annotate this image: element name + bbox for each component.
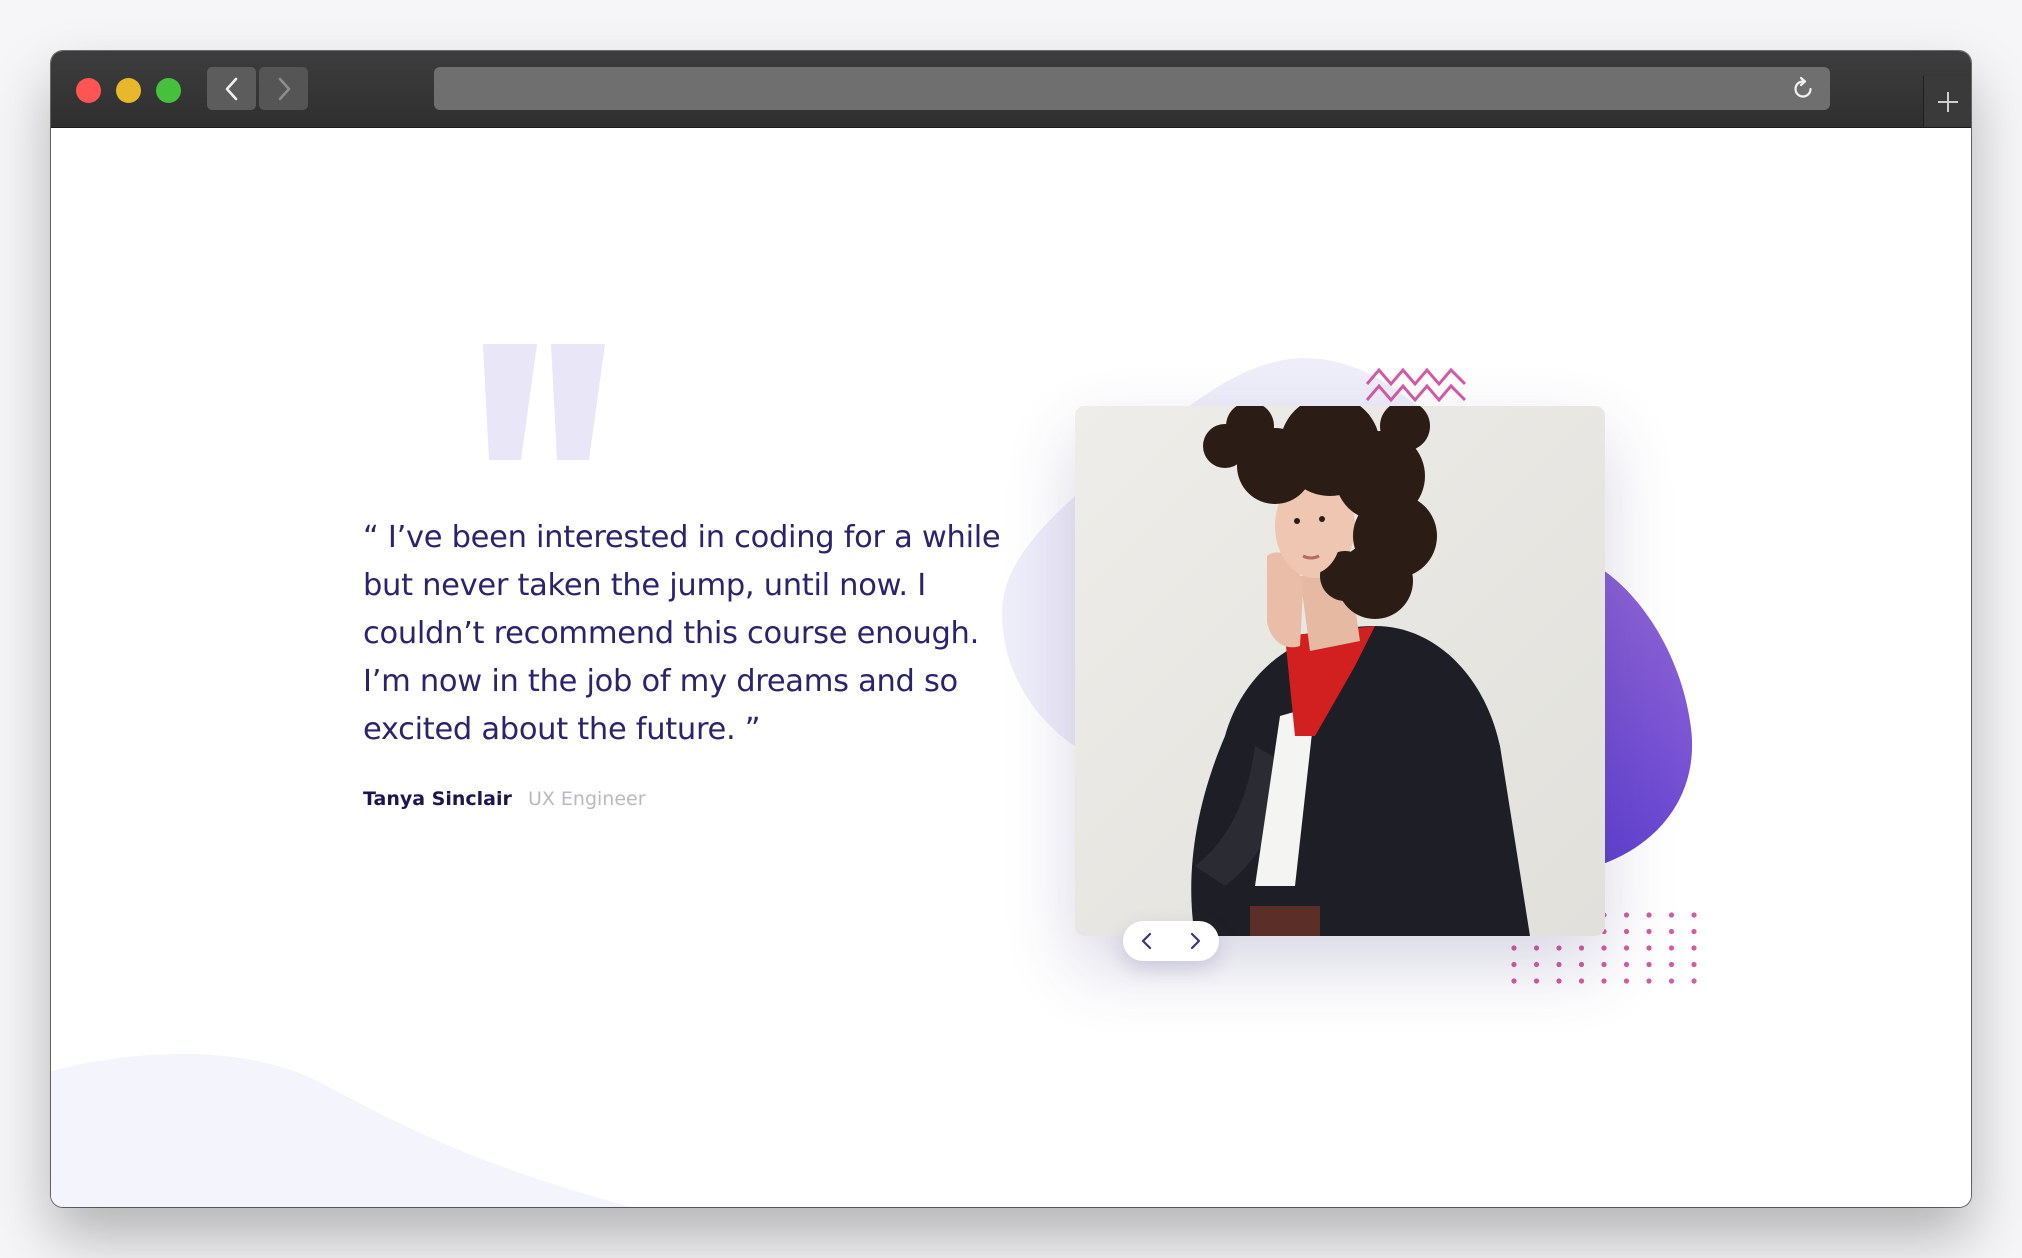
chevron-left-icon bbox=[225, 77, 237, 100]
browser-window: “ I’ve been interested in coding for a w… bbox=[51, 51, 1971, 1207]
minimize-window-button[interactable] bbox=[116, 78, 141, 103]
testimonial-quote: “ I’ve been interested in coding for a w… bbox=[363, 520, 1001, 747]
browser-forward-button[interactable] bbox=[259, 67, 308, 110]
quote-mark-icon bbox=[483, 344, 605, 460]
testimonial-photo bbox=[1075, 406, 1605, 936]
chevron-right-icon bbox=[278, 77, 290, 100]
browser-back-button[interactable] bbox=[207, 67, 256, 110]
testimonial-author: Tanya Sinclair UX Engineer bbox=[363, 788, 646, 810]
reload-icon[interactable] bbox=[1790, 76, 1816, 102]
carousel-next-button[interactable] bbox=[1171, 921, 1219, 961]
chevron-left-icon bbox=[1141, 932, 1152, 950]
author-role: UX Engineer bbox=[527, 788, 646, 810]
author-name: Tanya Sinclair bbox=[363, 788, 512, 810]
new-tab-button[interactable] bbox=[1923, 76, 1971, 127]
carousel-controls bbox=[1123, 921, 1219, 961]
portrait-image bbox=[1075, 406, 1605, 936]
close-window-button[interactable] bbox=[76, 78, 101, 103]
maximize-window-button[interactable] bbox=[156, 78, 181, 103]
plus-icon bbox=[1938, 91, 1958, 112]
chevron-right-icon bbox=[1190, 932, 1201, 950]
address-bar[interactable] bbox=[434, 67, 1830, 110]
browser-titlebar bbox=[51, 51, 1971, 128]
decorative-zigzag bbox=[1365, 367, 1467, 403]
carousel-prev-button[interactable] bbox=[1123, 921, 1171, 961]
page-content: “ I’ve been interested in coding for a w… bbox=[51, 128, 1971, 1207]
